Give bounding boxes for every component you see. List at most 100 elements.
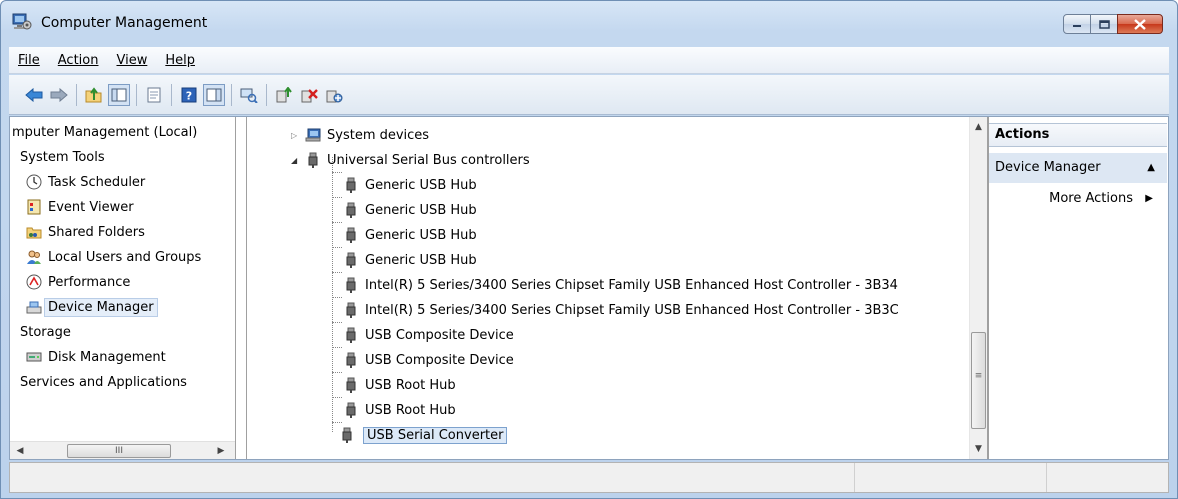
device-intel-usb-host-controller-3b34[interactable]: Intel(R) 5 Series/3400 Series Chipset Fa… [343, 273, 898, 297]
scroll-right-arrow-icon[interactable]: ▶ [213, 444, 229, 458]
computer-management-icon [12, 13, 32, 31]
minimize-button[interactable] [1063, 14, 1091, 34]
usb-plug-icon [343, 227, 359, 243]
device-generic-usb-hub[interactable]: Generic USB Hub [343, 173, 477, 197]
tree-item-services-and-applications[interactable]: Services and Applications [20, 371, 187, 393]
tree-item-storage[interactable]: Storage [20, 321, 71, 343]
tree-item-shared-folders[interactable]: Shared Folders [26, 221, 145, 243]
scroll-down-arrow-icon[interactable]: ▼ [970, 441, 987, 457]
update-driver-button[interactable] [273, 84, 295, 106]
scroll-up-arrow-icon[interactable]: ▲ [970, 119, 987, 135]
tree-item-computer-management[interactable]: mputer Management (Local) [12, 121, 197, 143]
menu-help[interactable]: Help [156, 53, 204, 68]
toolbar-separator [76, 83, 77, 106]
device-generic-usb-hub[interactable]: Generic USB Hub [343, 223, 477, 247]
toolbar-separator [171, 83, 172, 106]
tree-item-disk-management[interactable]: Disk Management [26, 346, 166, 368]
close-button[interactable] [1117, 14, 1163, 34]
device-intel-usb-host-controller-3b3c[interactable]: Intel(R) 5 Series/3400 Series Chipset Fa… [343, 298, 899, 322]
disable-device-icon [326, 90, 343, 102]
tree-item-performance[interactable]: Performance [26, 271, 130, 293]
device-generic-usb-hub[interactable]: Generic USB Hub [343, 198, 477, 222]
update-driver-icon [276, 86, 292, 102]
usb-plug-icon [343, 252, 359, 268]
menu-view[interactable]: View [107, 53, 156, 68]
usb-plug-icon [343, 402, 359, 418]
content-area: mputer Management (Local) System Tools T… [9, 116, 1169, 460]
actions-header: Actions [989, 123, 1167, 147]
actions-pane: Actions Device Manager ▲ More Actions ▶ [988, 117, 1168, 459]
uninstall-button[interactable] [298, 84, 320, 106]
minimize-icon [1073, 25, 1081, 27]
clock-icon [26, 174, 42, 190]
device-usb-root-hub[interactable]: USB Root Hub [343, 398, 456, 422]
uninstall-icon [301, 88, 318, 102]
toolbar-separator [266, 83, 267, 106]
disk-icon [26, 349, 42, 365]
usb-plug-icon [343, 327, 359, 343]
maximize-icon [1098, 19, 1110, 29]
scan-hardware-icon [240, 88, 258, 103]
users-icon [26, 249, 42, 265]
device-usb-composite-device[interactable]: USB Composite Device [343, 348, 514, 372]
tree-item-device-manager[interactable]: Device Manager [26, 296, 158, 318]
window-title: Computer Management [41, 15, 208, 31]
maximize-button[interactable] [1090, 14, 1118, 34]
show-hide-tree-icon [111, 88, 127, 101]
scan-hardware-button[interactable] [238, 84, 260, 106]
svg-text:?: ? [186, 89, 192, 102]
usb-plug-icon [343, 177, 359, 193]
show-hide-action-pane-button[interactable] [203, 83, 225, 106]
tree-item-system-tools[interactable]: System Tools [20, 146, 105, 168]
usb-plug-icon [343, 377, 359, 393]
system-devices-icon [305, 127, 321, 143]
expand-triangle-icon[interactable]: ▷ [291, 131, 301, 140]
forward-button[interactable] [48, 84, 70, 106]
device-manager-icon [26, 299, 42, 315]
back-button[interactable] [23, 84, 45, 106]
close-icon [1134, 18, 1146, 30]
tree-item-local-users-and-groups[interactable]: Local Users and Groups [26, 246, 201, 268]
usb-plug-icon [343, 202, 359, 218]
chevron-right-icon: ▶ [1145, 193, 1153, 204]
menu-file[interactable]: File [9, 53, 49, 68]
properties-button[interactable] [143, 84, 165, 106]
help-icon: ? [181, 87, 197, 102]
usb-plug-icon [339, 427, 355, 443]
menu-action[interactable]: Action [49, 53, 108, 68]
tree-node-system-devices[interactable]: ▷ System devices [291, 123, 429, 147]
device-usb-serial-converter[interactable]: USB Serial Converter [327, 423, 508, 447]
toolbar-separator [231, 83, 232, 106]
up-one-level-button[interactable] [83, 84, 105, 106]
help-button[interactable]: ? [178, 84, 200, 106]
computer-management-window: Computer Management File Action View Hel… [0, 0, 1178, 499]
vertical-scroll-thumb[interactable]: ≡ [971, 332, 986, 429]
usb-plug-icon [343, 277, 359, 293]
back-arrow-icon [25, 87, 43, 102]
disable-device-button[interactable] [323, 84, 345, 106]
event-viewer-icon [26, 199, 42, 215]
tree-item-event-viewer[interactable]: Event Viewer [26, 196, 134, 218]
more-actions-link[interactable]: More Actions ▶ [989, 187, 1167, 211]
properties-icon [147, 87, 161, 102]
device-usb-root-hub[interactable]: USB Root Hub [343, 373, 456, 397]
device-generic-usb-hub[interactable]: Generic USB Hub [343, 248, 477, 272]
show-hide-console-tree-button[interactable] [108, 83, 130, 106]
usb-plug-icon [343, 352, 359, 368]
scroll-left-arrow-icon[interactable]: ◀ [12, 444, 28, 458]
actions-group-device-manager[interactable]: Device Manager ▲ [989, 153, 1167, 183]
tree-connector [332, 157, 333, 432]
left-horizontal-scrollbar[interactable]: ◀ III ▶ [10, 441, 235, 459]
device-usb-composite-device[interactable]: USB Composite Device [343, 323, 514, 347]
tree-node-usb-controllers[interactable]: ◢ Universal Serial Bus controllers [291, 148, 530, 172]
device-tree-vertical-scrollbar[interactable]: ▲ ≡ ▼ [969, 117, 987, 459]
toolbar-separator [136, 83, 137, 106]
tree-item-task-scheduler[interactable]: Task Scheduler [26, 171, 145, 193]
console-tree-pane: mputer Management (Local) System Tools T… [10, 117, 236, 459]
title-bar[interactable]: Computer Management [1, 1, 1177, 45]
collapse-up-icon[interactable]: ▲ [1147, 153, 1155, 183]
collapse-triangle-icon[interactable]: ◢ [291, 156, 301, 165]
horizontal-scroll-thumb[interactable]: III [67, 444, 171, 458]
shared-folder-icon [26, 224, 42, 240]
usb-plug-icon [305, 152, 321, 168]
